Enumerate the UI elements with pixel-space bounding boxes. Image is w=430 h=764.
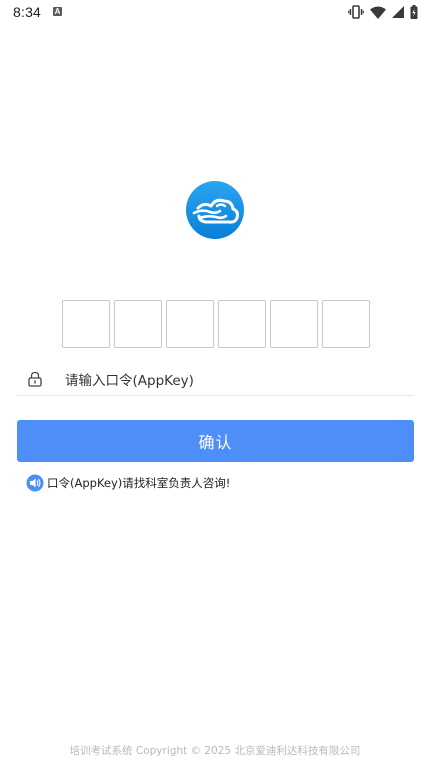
copyright-footer: 培训考试系统 Copyright © 2025 北京爱迪利达科技有限公司 [69,745,361,757]
hint-text: 口令(AppKey)请找科室负责人咨询! [47,476,231,490]
status-icons [348,4,418,20]
code-box[interactable] [62,300,110,348]
cloud-logo-icon [186,181,244,239]
a-icon: A [53,7,62,16]
code-box[interactable] [114,300,162,348]
appkey-input[interactable] [65,369,395,393]
vibrate-icon [348,5,364,19]
code-box[interactable] [270,300,318,348]
signal-icon [392,6,404,18]
code-box[interactable] [166,300,214,348]
status-time: 8:34 [13,4,42,20]
status-bar: 8:34 A [0,0,430,24]
wifi-icon [370,6,386,19]
lock-icon [28,371,42,387]
speaker-icon [26,474,44,492]
code-box[interactable] [322,300,370,348]
confirm-button[interactable]: 确认 [17,420,414,462]
appkey-field [17,365,413,396]
code-box[interactable] [218,300,266,348]
battery-icon [410,5,418,19]
code-input-row [62,300,370,348]
hint: 口令(AppKey)请找科室负责人咨询! [26,474,230,492]
